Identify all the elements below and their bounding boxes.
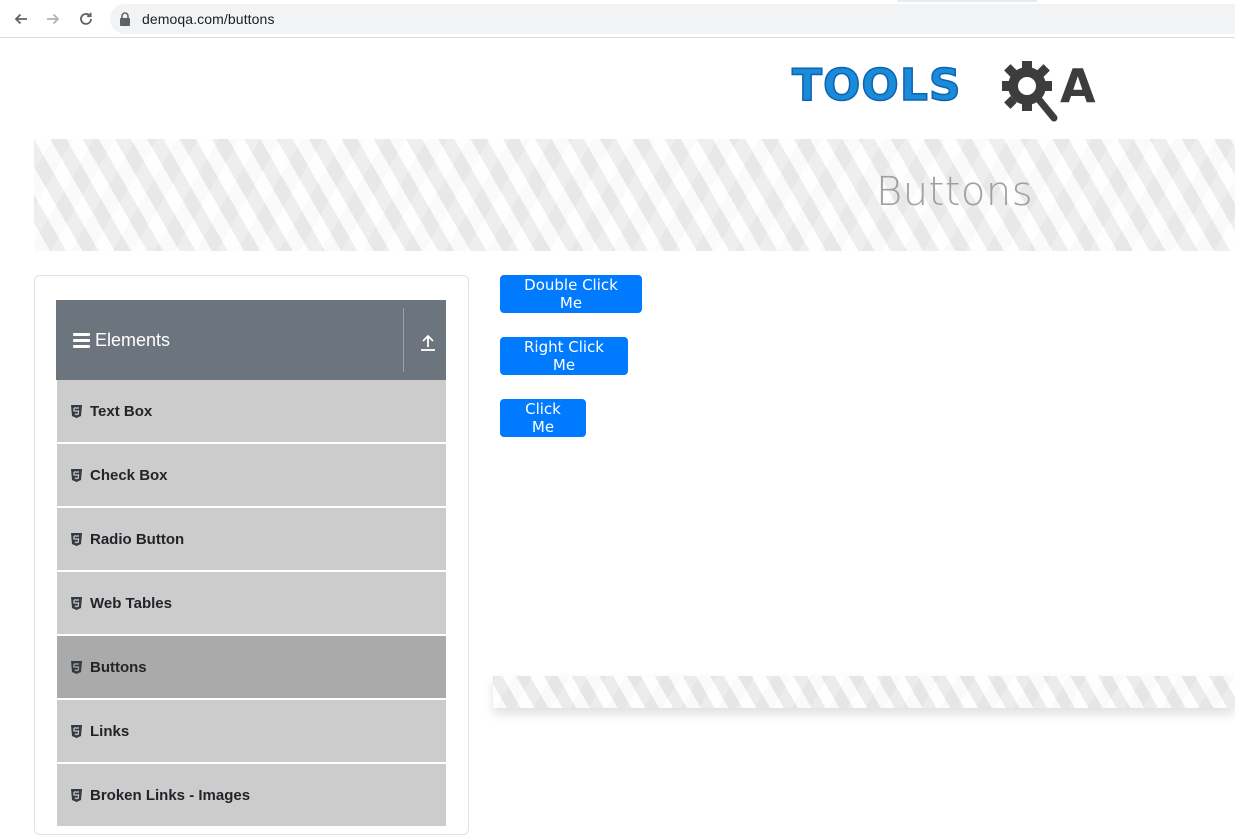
url-text: demoqa.com/buttons (142, 11, 275, 27)
sidebar-item-label: Radio Button (90, 530, 185, 548)
header-divider (403, 308, 404, 372)
reload-icon[interactable] (76, 9, 96, 29)
back-arrow-icon[interactable] (11, 9, 31, 29)
html5-icon (71, 532, 82, 546)
sidebar-item-web-tables[interactable]: Web Tables (57, 572, 446, 636)
right-click-button[interactable]: Right Click Me (500, 337, 628, 375)
click-me-button[interactable]: Click Me (500, 399, 586, 437)
html5-icon (71, 468, 82, 482)
upload-icon[interactable] (419, 334, 437, 352)
sidebar-item-label: Links (90, 722, 130, 740)
sidebar-item-buttons[interactable]: Buttons (57, 636, 446, 700)
lock-icon (120, 12, 130, 26)
sidebar-item-label: Buttons (90, 658, 147, 676)
address-bar[interactable]: demoqa.com/buttons (110, 4, 1235, 34)
double-click-button[interactable]: Double Click Me (500, 275, 642, 313)
html5-icon (71, 788, 82, 802)
group-header-elements[interactable]: Elements (56, 300, 446, 380)
sidebar-item-label: Text Box (90, 402, 153, 420)
sidebar-item-links[interactable]: Links (57, 700, 446, 764)
toolsqa-logo[interactable]: TOOLS A (791, 58, 1117, 130)
html5-icon (71, 660, 82, 674)
ad-banner (493, 676, 1235, 708)
browser-toolbar: demoqa.com/buttons (0, 0, 1235, 38)
page-title: Buttons (876, 169, 1034, 215)
tab-strip-edge (897, 0, 1037, 2)
left-panel: Elements Text Box Check Box Radio Button… (34, 275, 469, 835)
logo-letter: A (1060, 59, 1096, 113)
logo-word: TOOLS (791, 60, 962, 111)
sidebar-item-label: Broken Links - Images (90, 786, 251, 804)
html5-icon (71, 724, 82, 738)
sidebar-item-radio-button[interactable]: Radio Button (57, 508, 446, 572)
forward-arrow-icon[interactable] (43, 9, 63, 29)
group-header-label: Elements (95, 330, 171, 350)
sidebar-item-text-box[interactable]: Text Box (57, 380, 446, 444)
page-banner: Buttons (34, 139, 1235, 251)
sidebar-item-label: Check Box (90, 466, 168, 484)
sidebar-item-label: Web Tables (90, 594, 172, 612)
hamburger-icon (73, 333, 90, 348)
sidebar-item-check-box[interactable]: Check Box (57, 444, 446, 508)
html5-icon (71, 596, 82, 610)
html5-icon (71, 404, 82, 418)
sidebar-item-broken-links-images[interactable]: Broken Links - Images (57, 764, 446, 828)
elements-menu: Text Box Check Box Radio Button Web Tabl… (56, 380, 446, 828)
